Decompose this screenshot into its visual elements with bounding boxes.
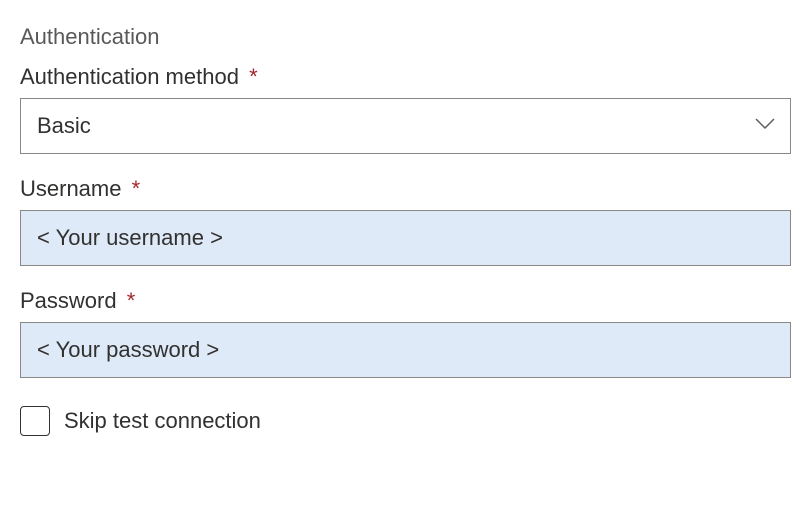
authentication-section: Authentication Authentication method * U… [20, 24, 791, 436]
required-asterisk: * [127, 288, 136, 313]
required-asterisk: * [132, 176, 141, 201]
username-label: Username * [20, 176, 791, 202]
password-field[interactable] [20, 322, 791, 378]
skip-test-connection-row: Skip test connection [20, 406, 791, 436]
auth-method-label: Authentication method * [20, 64, 791, 90]
section-title: Authentication [20, 24, 791, 50]
skip-test-connection-checkbox[interactable] [20, 406, 50, 436]
username-label-text: Username [20, 176, 121, 201]
skip-test-connection-label[interactable]: Skip test connection [64, 408, 261, 434]
auth-method-select-wrapper [20, 98, 791, 154]
required-asterisk: * [249, 64, 258, 89]
password-label: Password * [20, 288, 791, 314]
username-field[interactable] [20, 210, 791, 266]
auth-method-select[interactable] [20, 98, 791, 154]
password-label-text: Password [20, 288, 117, 313]
auth-method-label-text: Authentication method [20, 64, 239, 89]
